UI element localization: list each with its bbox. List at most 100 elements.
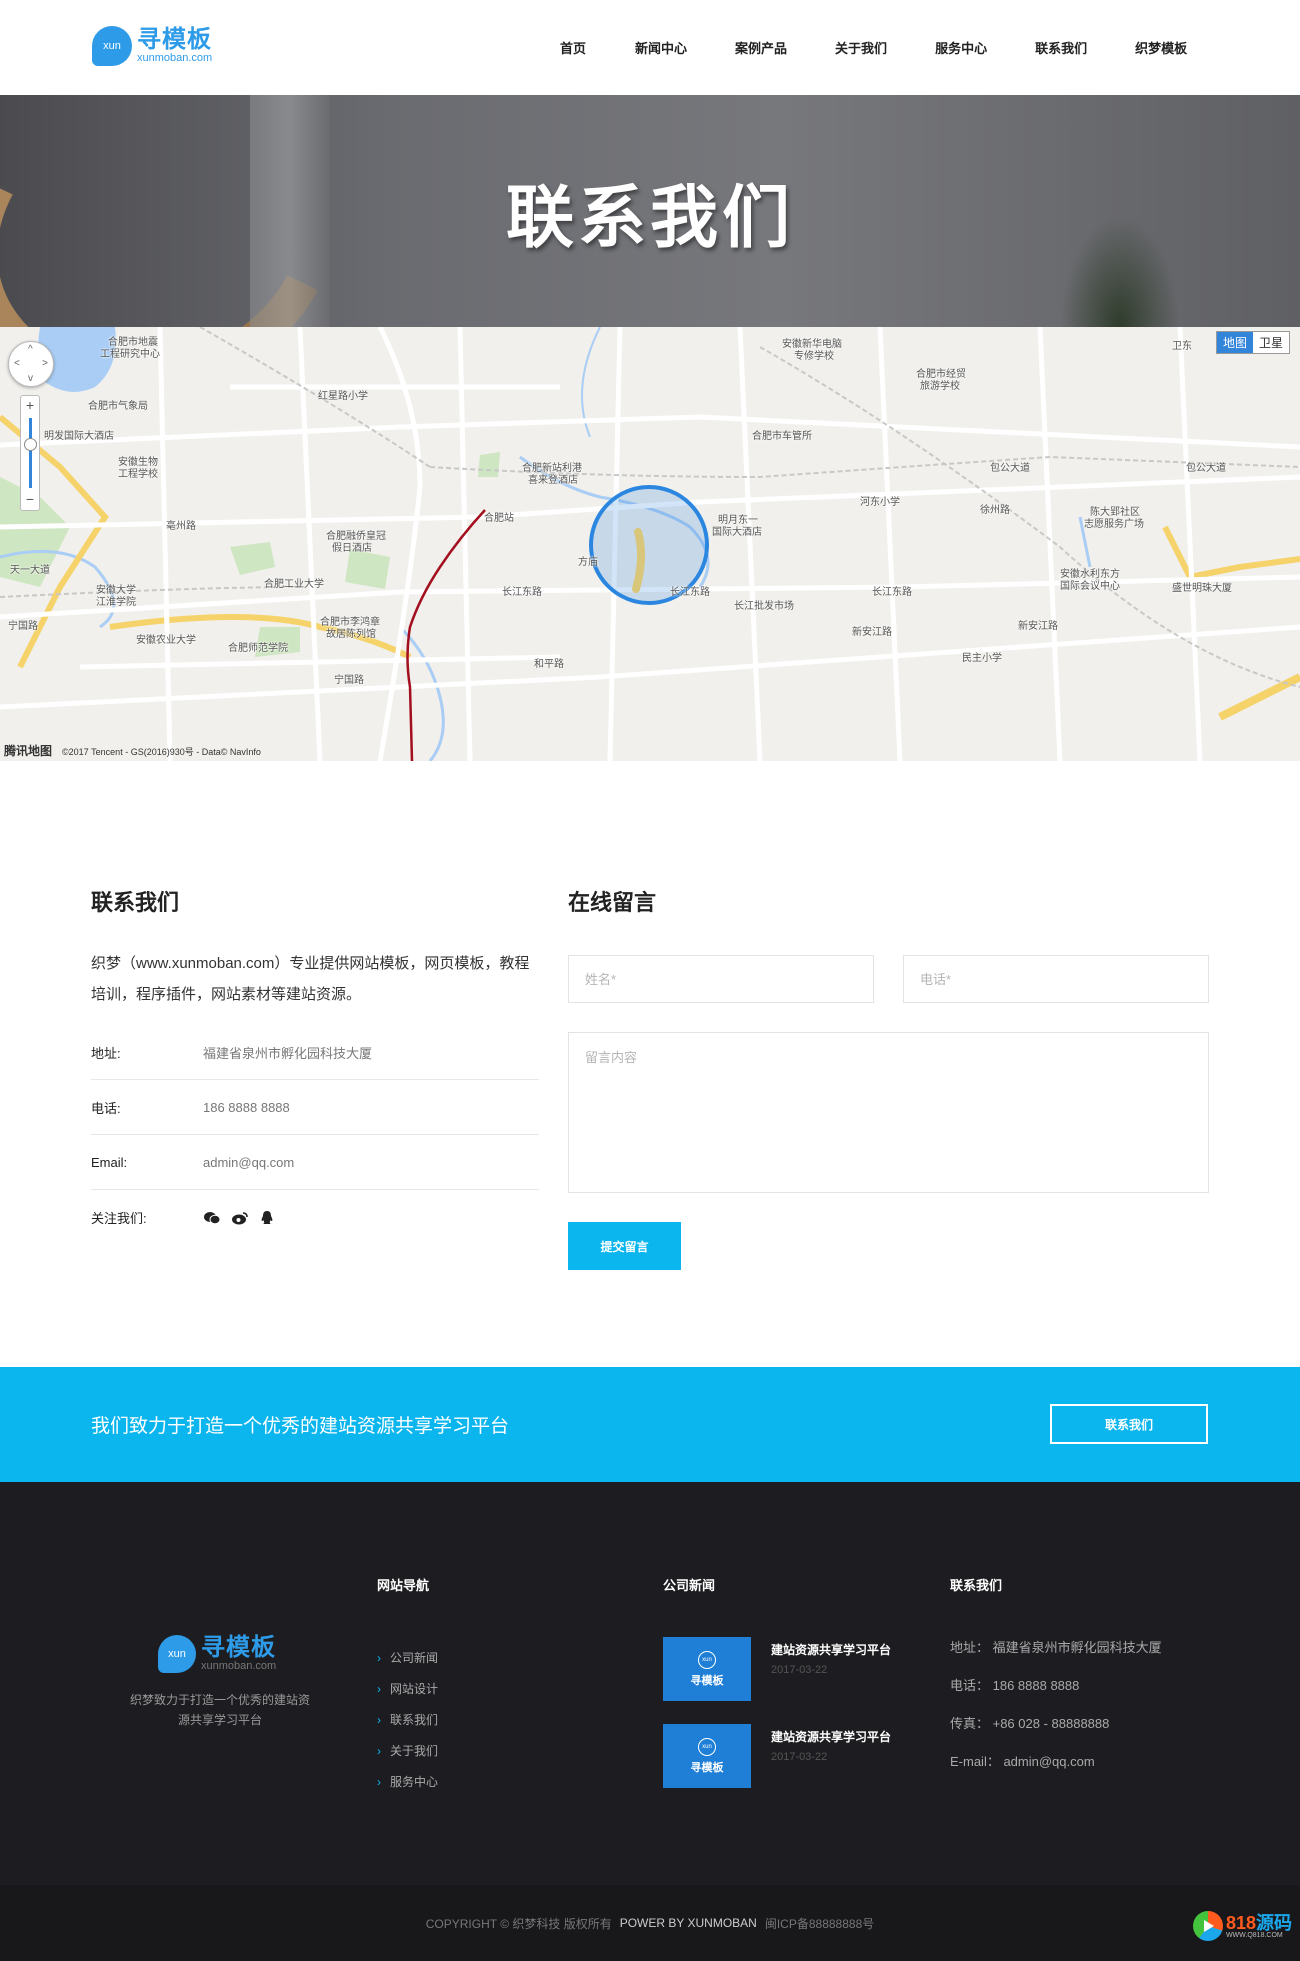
site-logo[interactable]: xun 寻模板 xunmoban.com — [92, 26, 212, 66]
footer-email: E-mail： admin@qq.com — [950, 1754, 1095, 1769]
footer-link-web-design[interactable]: › 网站设计 — [377, 1673, 438, 1704]
zoom-out-icon[interactable]: − — [21, 490, 39, 508]
footer-link-company-news[interactable]: › 公司新闻 — [377, 1642, 438, 1673]
news-title: 建站资源共享学习平台 — [771, 1730, 892, 1744]
main-nav: 首页 新闻中心 案例产品 关于我们 服务中心 联系我们 织梦模板 — [540, 0, 1187, 95]
footer-link-contact[interactable]: › 联系我们 — [377, 1704, 438, 1735]
map-place-label: 合肥师范学院 — [228, 643, 288, 654]
nav-dede-templates[interactable]: 织梦模板 — [1135, 38, 1187, 57]
footer-logo-domain: xunmoban.com — [201, 1660, 277, 1672]
map-place-label: 徐州路 — [980, 505, 1010, 516]
map-place-label: 旅游学校 — [920, 381, 960, 392]
follow-label: 关注我们: — [91, 1211, 147, 1226]
map-place-label: 新安江路 — [1018, 621, 1058, 632]
footer-news-title: 公司新闻 — [663, 1578, 716, 1593]
page-title: 联系我们 — [505, 179, 794, 256]
nav-about[interactable]: 关于我们 — [835, 38, 887, 57]
address-label: 地址: — [91, 1045, 121, 1061]
qq-icon[interactable] — [259, 1210, 275, 1226]
map-place-label: 盛世明珠大厦 — [1172, 583, 1232, 594]
nav-home[interactable]: 首页 — [560, 38, 586, 57]
map-place-label: 宁国路 — [334, 675, 364, 686]
location-map[interactable]: 合肥市地震 工程研究中心 安徽新华电脑 专修学校 卫东 合肥市经贸 旅游学校 红星路小学 合肥市… — [0, 327, 1300, 761]
nav-cases[interactable]: 案例产品 — [735, 38, 787, 57]
map-place-label: 卫东 — [1172, 341, 1192, 352]
map-place-label: 安徽农业大学 — [136, 635, 196, 646]
map-place-label: 国际大酒店 — [712, 527, 762, 538]
map-type-map[interactable]: 地图 — [1216, 332, 1253, 353]
map-place-label: 长江批发市场 — [734, 601, 794, 612]
wechat-icon[interactable] — [203, 1211, 221, 1225]
cta-contact-button[interactable]: 联系我们 — [1050, 1404, 1208, 1444]
nav-contact[interactable]: 联系我们 — [1035, 38, 1087, 57]
watermark-badge: 818源码 WWW.Q818.COM — [1192, 1911, 1292, 1941]
logo-mark: xun — [92, 26, 132, 66]
map-place-label: 天一大道 — [10, 565, 50, 576]
zoom-slider-knob[interactable] — [24, 438, 37, 451]
copyright-bar: COPYRIGHT © 织梦科技 版权所有 POWER BY XUNMOBAN … — [0, 1885, 1300, 1961]
map-place-label: 专修学校 — [794, 351, 834, 362]
footer-news-item[interactable]: xun 寻模板 建站资源共享学习平台 2017-03-22 — [663, 1637, 923, 1701]
zoom-in-icon[interactable]: + — [21, 396, 39, 414]
map-place-label: 假日酒店 — [332, 543, 372, 554]
map-place-label: 合肥站 — [484, 513, 514, 524]
contact-description: 织梦（www.xunmoban.com）专业提供网站模板，网页模板，教程培训，程… — [91, 955, 530, 1003]
nav-service[interactable]: 服务中心 — [935, 38, 987, 57]
map-place-label: 红星路小学 — [318, 391, 368, 402]
name-input[interactable] — [568, 955, 874, 1003]
contact-address-row: 地址: 福建省泉州市孵化园科技大厦 — [91, 1025, 539, 1080]
footer-link-about[interactable]: › 关于我们 — [377, 1735, 438, 1766]
submit-message-button[interactable]: 提交留言 — [568, 1222, 681, 1270]
chevron-right-icon: › — [377, 1712, 381, 1727]
contact-title: 联系我们 — [91, 890, 180, 915]
email-value: admin@qq.com — [203, 1154, 295, 1170]
map-place-label: 新安江路 — [852, 627, 892, 638]
map-type-satellite[interactable]: 卫星 — [1253, 332, 1289, 353]
footer-news-item[interactable]: xun 寻模板 建站资源共享学习平台 2017-03-22 — [663, 1724, 923, 1788]
logo-name: 寻模板 — [137, 26, 212, 53]
cta-text: 我们致力于打造一个优秀的建站资源共享学习平台 — [91, 1416, 510, 1437]
weibo-icon[interactable] — [231, 1211, 249, 1225]
footer-logo-mark: xun — [158, 1635, 196, 1673]
map-place-label: 方庙 — [578, 557, 598, 568]
news-thumbnail: xun 寻模板 — [663, 1637, 751, 1701]
map-place-label: 民主小学 — [962, 653, 1002, 664]
message-textarea[interactable] — [568, 1032, 1209, 1193]
phone-value: 186 8888 8888 — [203, 1099, 290, 1115]
email-label: Email: — [91, 1154, 128, 1170]
map-place-label: 长江东路 — [670, 587, 710, 598]
logo-domain: xunmoban.com — [137, 52, 213, 64]
site-footer: xun 寻模板 xunmoban.com 织梦致力于打造一个优秀的建站资源共享学… — [0, 1482, 1300, 1885]
footer-logo[interactable]: xun 寻模板 xunmoban.com — [158, 1635, 276, 1673]
footer-description: 织梦致力于打造一个优秀的建站资源共享学习平台 — [130, 1693, 311, 1727]
message-form-title: 在线留言 — [568, 890, 657, 915]
chevron-right-icon: › — [377, 1743, 381, 1758]
map-place-label: 宁国路 — [8, 621, 38, 632]
footer-contact-title: 联系我们 — [950, 1578, 1003, 1593]
map-zoom-control[interactable]: + − — [20, 395, 40, 511]
news-thumbnail: xun 寻模板 — [663, 1724, 751, 1788]
news-title: 建站资源共享学习平台 — [771, 1643, 892, 1657]
footer-contact-info: 地址： 福建省泉州市孵化园科技大厦 电话： 186 8888 8888 传真： … — [950, 1637, 1162, 1789]
footer-link-service[interactable]: › 服务中心 — [377, 1766, 438, 1797]
footer-address: 地址： 福建省泉州市孵化园科技大厦 — [950, 1640, 1162, 1655]
footer-fax: 传真： +86 028 - 88888888 — [950, 1716, 1110, 1731]
map-place-label: 和平路 — [534, 659, 564, 670]
phone-input[interactable] — [903, 955, 1209, 1003]
map-copyright: 腾讯地图 ©2017 Tencent - GS(2016)930号 - Data©… — [4, 744, 261, 758]
contact-phone-row: 电话: 186 8888 8888 — [91, 1080, 539, 1135]
news-date: 2017-03-22 — [771, 1664, 828, 1676]
site-header: xun 寻模板 xunmoban.com 首页 新闻中心 案例产品 关于我们 服… — [0, 0, 1300, 95]
chevron-right-icon: › — [377, 1774, 381, 1789]
news-date: 2017-03-22 — [771, 1751, 828, 1763]
map-pan-control[interactable]: ^ < > v — [8, 341, 54, 387]
map-place-label: 国际会议中心 — [1060, 581, 1120, 592]
map-place-label: 工程学校 — [118, 469, 158, 480]
map-place-label: 河东小学 — [860, 497, 900, 508]
nav-news[interactable]: 新闻中心 — [635, 38, 687, 57]
powered-by: POWER BY XUNMOBAN — [619, 1916, 757, 1930]
icp-number[interactable]: 闽ICP备88888888号 — [765, 1915, 874, 1932]
footer-phone: 电话： 186 8888 8888 — [950, 1678, 1080, 1693]
copyright-text: COPYRIGHT © 织梦科技 版权所有 — [425, 1916, 612, 1931]
map-provider-logo: 腾讯地图 — [4, 744, 53, 758]
